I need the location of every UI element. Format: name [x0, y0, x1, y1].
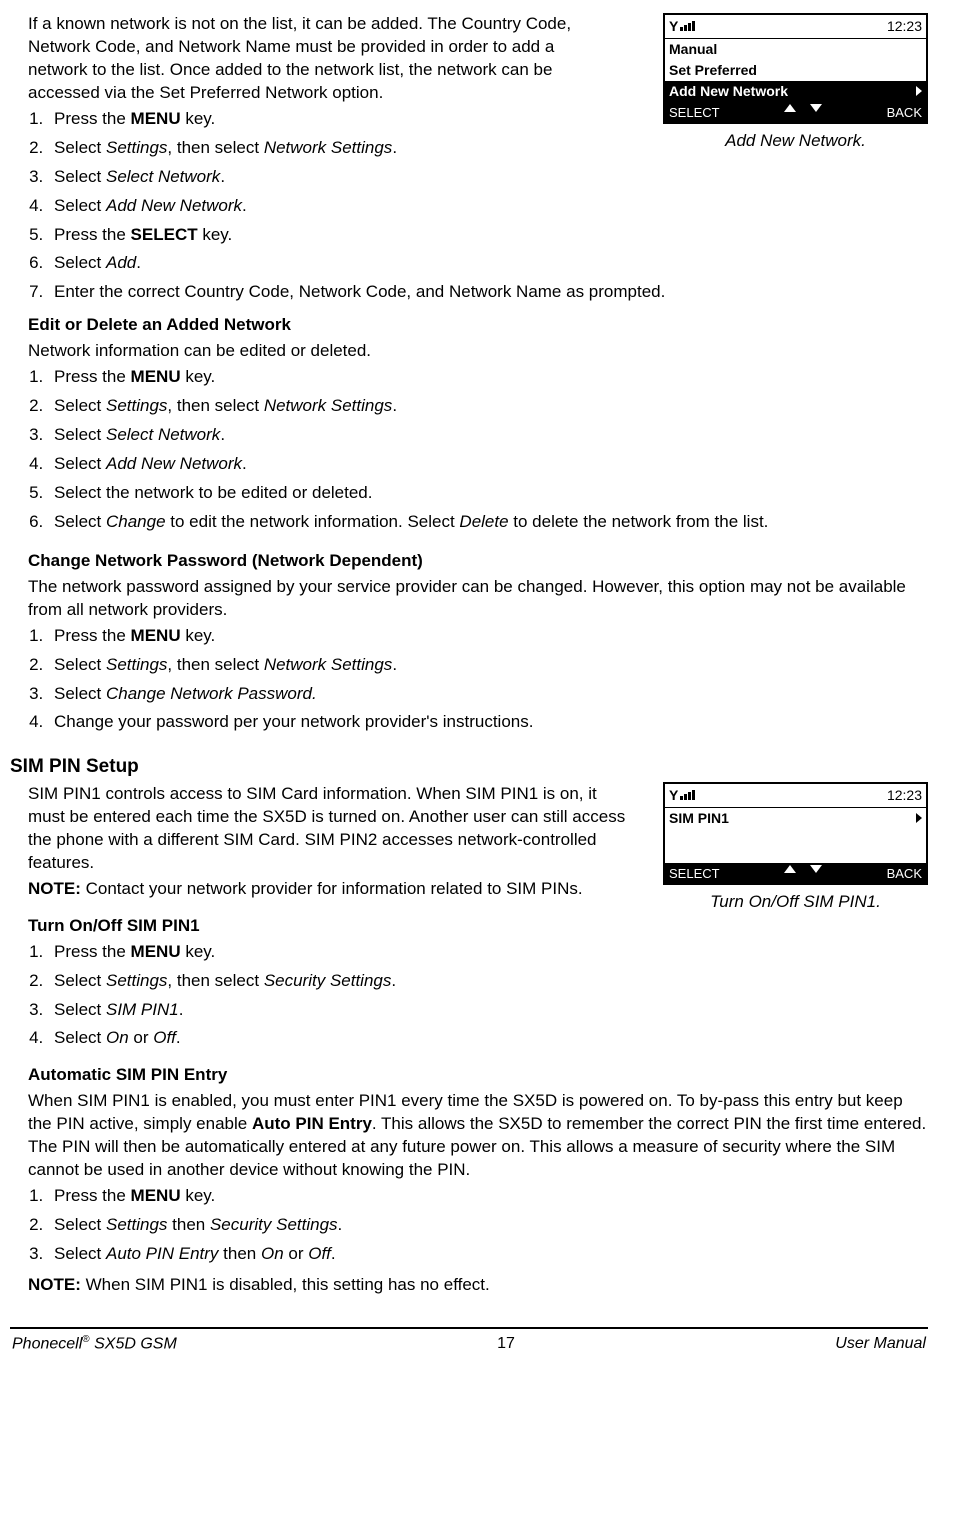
chevron-right-icon: [916, 86, 922, 96]
paragraph: The network password assigned by your se…: [28, 576, 928, 622]
paragraph: When SIM PIN1 is enabled, you must enter…: [28, 1090, 928, 1182]
steps-edit-delete: Press the MENU key. Select Settings, the…: [28, 366, 928, 534]
list-item: Select Select Network.: [48, 424, 928, 447]
chevron-right-icon: [916, 813, 922, 823]
figure-caption: Add New Network.: [663, 130, 928, 153]
menu-item-set-preferred: Set Preferred: [665, 60, 926, 81]
list-item: Select Auto PIN Entry then On or Off.: [48, 1243, 928, 1266]
list-item: Select Add.: [48, 252, 928, 275]
page-number: 17: [497, 1333, 515, 1355]
list-item: Press the MENU key.: [48, 366, 928, 389]
list-item: Press the MENU key.: [48, 1185, 928, 1208]
note-paragraph: NOTE: When SIM PIN1 is disabled, this se…: [28, 1274, 928, 1297]
list-item: Select SIM PIN1.: [48, 999, 928, 1022]
list-item: Select Change to edit the network inform…: [48, 511, 928, 534]
steps-auto-pin-entry: Press the MENU key. Select Settings then…: [28, 1185, 928, 1266]
steps-change-password: Press the MENU key. Select Settings, the…: [28, 625, 928, 735]
arrow-up-icon: [784, 865, 796, 873]
heading-edit-delete: Edit or Delete an Added Network: [28, 314, 928, 337]
paragraph: SIM PIN1 controls access to SIM Card inf…: [28, 783, 628, 875]
heading-change-password: Change Network Password (Network Depende…: [28, 550, 928, 573]
list-item: Press the MENU key.: [48, 625, 928, 648]
list-item: Select Add New Network.: [48, 195, 928, 218]
list-item: Select On or Off.: [48, 1027, 928, 1050]
list-item: Select Select Network.: [48, 166, 928, 189]
softkey-back: BACK: [883, 864, 926, 884]
clock-text: 12:23: [887, 17, 922, 36]
clock-text: 12:23: [887, 786, 922, 805]
paragraph: Network information can be edited or del…: [28, 340, 928, 363]
list-item: Select the network to be edited or delet…: [48, 482, 928, 505]
softkey-select: SELECT: [665, 864, 724, 884]
list-item: Select Settings, then select Network Set…: [48, 395, 928, 418]
list-item: Press the SELECT key.: [48, 224, 928, 247]
intro-paragraph: If a known network is not on the list, i…: [28, 13, 598, 105]
list-item: Select Settings then Security Settings.: [48, 1214, 928, 1237]
arrow-up-icon: [784, 104, 796, 112]
arrow-down-icon: [810, 104, 822, 112]
list-item: Press the MENU key.: [48, 941, 928, 964]
list-item: Select Settings, then select Security Se…: [48, 970, 928, 993]
heading-sim-pin-setup: SIM PIN Setup: [10, 754, 928, 780]
menu-item-sim-pin1: SIM PIN1: [665, 808, 926, 829]
footer-rule: [10, 1327, 928, 1329]
heading-turn-on-off-pin1: Turn On/Off SIM PIN1: [28, 915, 928, 938]
phone-screen: Y 12:23 SIM PIN1 SELECT BACK: [663, 782, 928, 885]
figure-sim-pin1: Y 12:23 SIM PIN1 SELECT BACK Turn On/Off…: [663, 782, 928, 914]
footer-left: Phonecell® SX5D GSM: [12, 1333, 177, 1355]
list-item: Select Settings, then select Network Set…: [48, 654, 928, 677]
figure-caption: Turn On/Off SIM PIN1.: [663, 891, 928, 914]
list-item: Select Change Network Password.: [48, 683, 928, 706]
signal-icon: Y: [669, 17, 695, 36]
list-item: Select Add New Network.: [48, 453, 928, 476]
page-footer: Phonecell® SX5D GSM 17 User Manual: [10, 1333, 928, 1355]
softkey-back: BACK: [883, 103, 926, 123]
arrow-down-icon: [810, 865, 822, 873]
phone-screen: Y 12:23 Manual Set Preferred Add New Net…: [663, 13, 928, 124]
list-item: Change your password per your network pr…: [48, 711, 928, 734]
steps-turn-on-off-pin1: Press the MENU key. Select Settings, the…: [28, 941, 928, 1051]
figure-add-new-network: Y 12:23 Manual Set Preferred Add New Net…: [663, 13, 928, 153]
menu-item-add-new-network: Add New Network: [665, 81, 926, 102]
footer-right: User Manual: [835, 1333, 926, 1355]
list-item: Enter the correct Country Code, Network …: [48, 281, 928, 304]
menu-item-manual: Manual: [665, 39, 926, 60]
signal-icon: Y: [669, 786, 695, 805]
note-paragraph: NOTE: Contact your network provider for …: [28, 878, 628, 901]
softkey-select: SELECT: [665, 103, 724, 123]
heading-auto-pin-entry: Automatic SIM PIN Entry: [28, 1064, 928, 1087]
